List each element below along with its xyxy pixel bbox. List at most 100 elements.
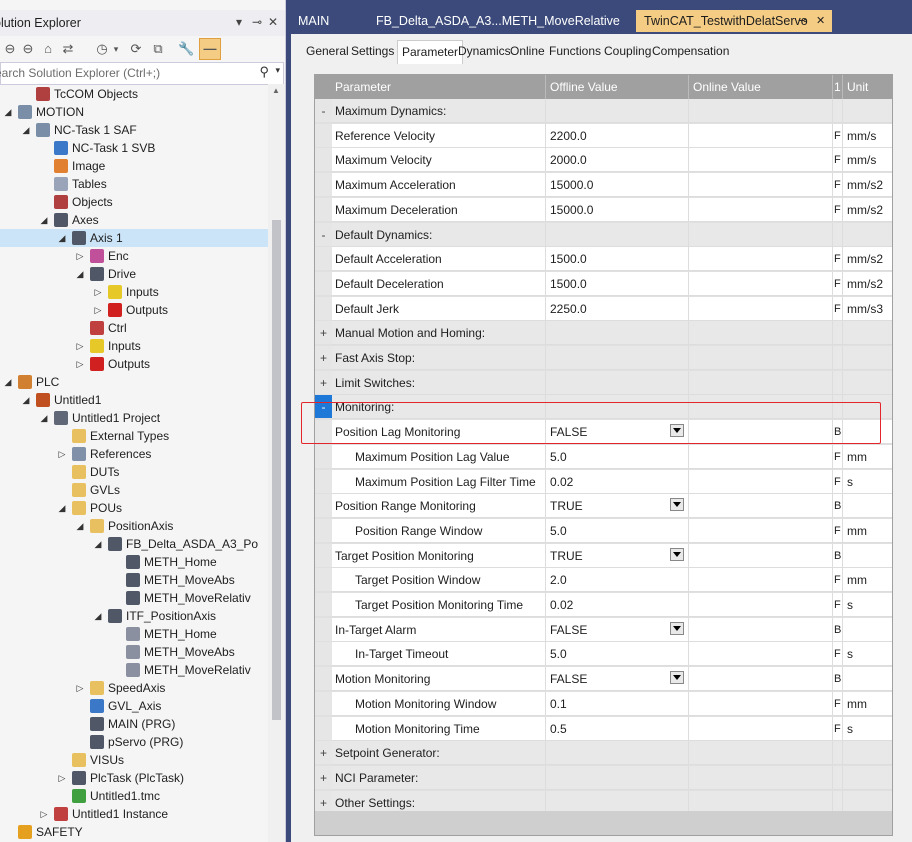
- offline-value[interactable]: 2250.0: [545, 296, 688, 321]
- parameter-group-row[interactable]: + Setpoint Generator:: [315, 741, 892, 766]
- tree-item[interactable]: ▷ Enc: [0, 247, 268, 265]
- tree-item[interactable]: METH_MoveRelativ: [0, 589, 268, 607]
- parameter-row[interactable]: Default Deceleration 1500.0 Fmm/s2: [315, 271, 892, 296]
- tree-item[interactable]: Ctrl: [0, 319, 268, 337]
- offline-value[interactable]: TRUE: [545, 543, 688, 568]
- forward-icon[interactable]: ⊖: [20, 41, 36, 57]
- tree-item[interactable]: ◢ NC-Task 1 SAF: [0, 121, 268, 139]
- offline-value[interactable]: 0.5: [545, 716, 688, 741]
- expand-arrow-icon[interactable]: ▷: [74, 679, 86, 697]
- group-toggle-icon[interactable]: +: [315, 321, 332, 346]
- group-toggle-icon[interactable]: +: [315, 765, 332, 790]
- tree-item[interactable]: ◢ Untitled1: [0, 391, 268, 409]
- parameter-row[interactable]: Motion Monitoring Window 0.1 Fmm: [315, 691, 892, 716]
- offline-value[interactable]: 2000.0: [545, 148, 688, 173]
- tree-scrollbar[interactable]: ▲: [268, 84, 285, 842]
- search-input[interactable]: earch Solution Explorer (Ctrl+;): [0, 66, 160, 80]
- parameter-row[interactable]: Default Acceleration 1500.0 Fmm/s2: [315, 247, 892, 272]
- collapse-arrow-icon[interactable]: ◢: [92, 607, 104, 625]
- tree-item[interactable]: ▷ Inputs: [0, 283, 268, 301]
- tree-item[interactable]: METH_MoveAbs: [0, 643, 268, 661]
- parameter-group-row[interactable]: - Maximum Dynamics:: [315, 99, 892, 123]
- tree-item[interactable]: ◢ Axis 1: [0, 229, 268, 247]
- tree-item[interactable]: ◢ Untitled1 Project: [0, 409, 268, 427]
- dropdown-button[interactable]: [670, 498, 684, 512]
- solution-explorer-search[interactable]: earch Solution Explorer (Ctrl+;) ⚲ ▾: [0, 62, 284, 85]
- tree-item[interactable]: VISUs: [0, 751, 268, 769]
- tree-item[interactable]: pServo (PRG): [0, 733, 268, 751]
- offline-value[interactable]: 5.0: [545, 518, 688, 543]
- grid-header-type[interactable]: 1: [832, 75, 842, 99]
- parameter-row[interactable]: Maximum Position Lag Value 5.0 Fmm: [315, 444, 892, 469]
- tree-item[interactable]: External Types: [0, 427, 268, 445]
- parameter-group-row[interactable]: + NCI Parameter:: [315, 765, 892, 790]
- parameter-row[interactable]: In-Target Alarm FALSE B: [315, 617, 892, 642]
- parameter-row[interactable]: Maximum Velocity 2000.0 Fmm/s: [315, 148, 892, 173]
- collapse-arrow-icon[interactable]: ◢: [92, 535, 104, 553]
- parameter-row[interactable]: Target Position Monitoring Time 0.02 Fs: [315, 593, 892, 617]
- tab-meth-moverelative[interactable]: FB_Delta_ASDA_A3...METH_MoveRelative: [368, 10, 628, 32]
- expand-arrow-icon[interactable]: ▷: [56, 445, 68, 463]
- collapse-arrow-icon[interactable]: ◢: [74, 265, 86, 283]
- tree-item[interactable]: Image: [0, 157, 268, 175]
- parameter-group-row[interactable]: + Fast Axis Stop:: [315, 346, 892, 370]
- close-icon[interactable]: ✕: [268, 15, 278, 29]
- expand-arrow-icon[interactable]: ▷: [56, 769, 68, 787]
- offline-value[interactable]: 15000.0: [545, 197, 688, 222]
- preview-icon[interactable]: —: [199, 38, 221, 60]
- tree-item[interactable]: GVL_Axis: [0, 697, 268, 715]
- tree-item[interactable]: Untitled1.tmc: [0, 787, 268, 805]
- collapse-arrow-icon[interactable]: ◢: [20, 391, 32, 409]
- tree-item[interactable]: GVLs: [0, 481, 268, 499]
- offline-value[interactable]: 2200.0: [545, 123, 688, 148]
- offline-value[interactable]: FALSE: [545, 667, 688, 692]
- expand-arrow-icon[interactable]: ▷: [92, 301, 104, 319]
- tab-settings[interactable]: Settings: [351, 44, 394, 58]
- group-toggle-icon[interactable]: +: [315, 346, 332, 370]
- collapse-arrow-icon[interactable]: ◢: [38, 409, 50, 427]
- expand-arrow-icon[interactable]: ▷: [92, 283, 104, 301]
- offline-value[interactable]: 0.02: [545, 593, 688, 617]
- expand-arrow-icon[interactable]: ▷: [74, 247, 86, 265]
- offline-value[interactable]: 1500.0: [545, 247, 688, 272]
- tab-online[interactable]: Online: [510, 44, 545, 58]
- back-icon[interactable]: ⊖: [2, 41, 18, 57]
- tree-item[interactable]: METH_Home: [0, 553, 268, 571]
- collapse-arrow-icon[interactable]: ◢: [2, 373, 14, 391]
- switch-views-icon[interactable]: ⇄: [60, 41, 76, 57]
- tree-item[interactable]: NC-Task 1 SVB: [0, 139, 268, 157]
- group-toggle-icon[interactable]: +: [315, 370, 332, 395]
- expand-arrow-icon[interactable]: ▷: [74, 355, 86, 373]
- group-toggle-icon[interactable]: +: [315, 741, 332, 766]
- collapse-arrow-icon[interactable]: ◢: [74, 517, 86, 535]
- parameter-group-row[interactable]: + Manual Motion and Homing:: [315, 321, 892, 346]
- offline-value[interactable]: 5.0: [545, 444, 688, 469]
- dropdown-button[interactable]: [670, 671, 684, 685]
- tree-item[interactable]: ◢ Drive: [0, 265, 268, 283]
- tree-item[interactable]: ▷ Untitled1 Instance: [0, 805, 268, 823]
- tree-item[interactable]: ◢ FB_Delta_ASDA_A3_Po: [0, 535, 268, 553]
- offline-value[interactable]: 15000.0: [545, 173, 688, 198]
- tree-item[interactable]: Tables: [0, 175, 268, 193]
- pin-icon[interactable]: ⊸: [252, 15, 262, 29]
- tree-item[interactable]: ▷ Inputs: [0, 337, 268, 355]
- group-toggle-icon[interactable]: -: [315, 222, 332, 247]
- tree-item[interactable]: ▷ References: [0, 445, 268, 463]
- tree-item[interactable]: METH_Home: [0, 625, 268, 643]
- offline-value[interactable]: FALSE: [545, 617, 688, 642]
- tree-item[interactable]: METH_MoveRelativ: [0, 661, 268, 679]
- parameter-row[interactable]: Position Range Monitoring TRUE B: [315, 494, 892, 519]
- tab-general[interactable]: General: [306, 44, 349, 58]
- tree-item[interactable]: ◢ PositionAxis: [0, 517, 268, 535]
- tree-item[interactable]: METH_MoveAbs: [0, 571, 268, 589]
- expand-arrow-icon[interactable]: ▷: [38, 805, 50, 823]
- parameter-row[interactable]: Motion Monitoring FALSE B: [315, 667, 892, 692]
- collapse-arrow-icon[interactable]: ◢: [2, 103, 14, 121]
- scrollbar-thumb[interactable]: [272, 220, 281, 720]
- offline-value[interactable]: 0.1: [545, 691, 688, 716]
- parameter-row[interactable]: Reference Velocity 2200.0 Fmm/s: [315, 123, 892, 148]
- tree-item[interactable]: TcCOM Objects: [0, 85, 268, 103]
- parameter-row[interactable]: Default Jerk 2250.0 Fmm/s3: [315, 296, 892, 321]
- sync-icon[interactable]: ⟳: [128, 41, 144, 57]
- offline-value[interactable]: 0.02: [545, 469, 688, 494]
